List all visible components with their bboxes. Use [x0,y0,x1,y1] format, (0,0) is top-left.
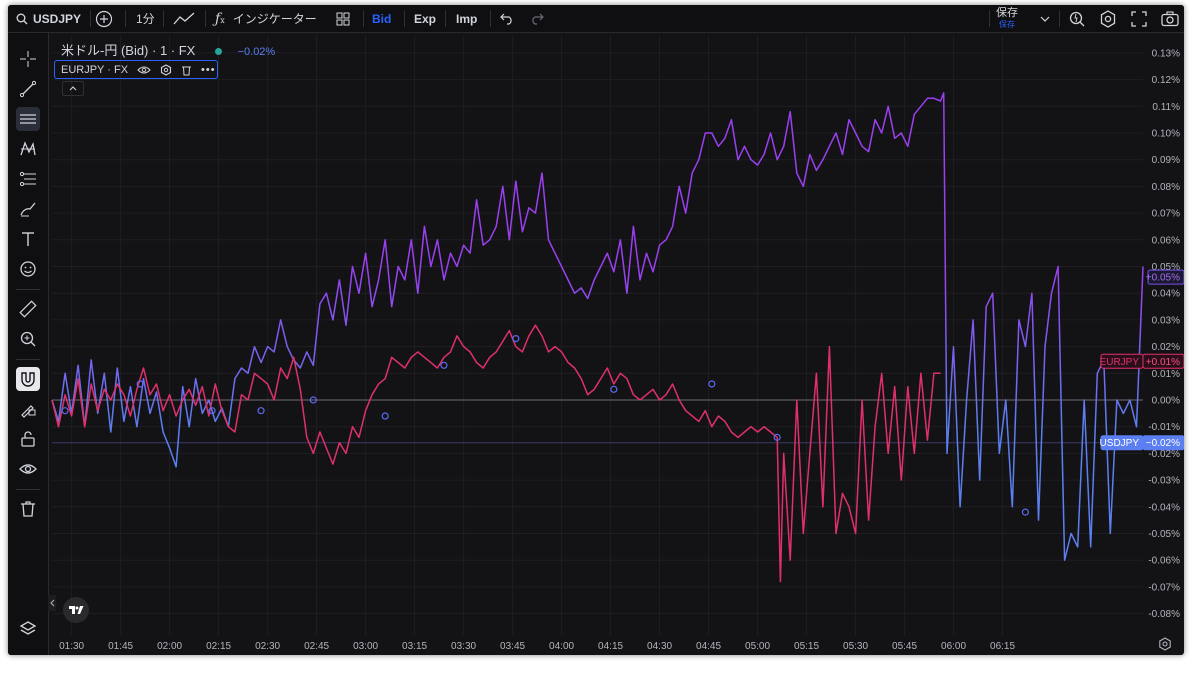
price-tick-label: -0.07% [1148,582,1180,593]
chart-grid [52,35,1143,635]
price-tick-label: -0.01% [1148,422,1180,433]
trash-icon[interactable] [181,64,192,76]
trading-app: USDJPY 1分 ƒx インジケーター Bid Exp Imp 保存 保存 0… [8,5,1184,655]
compare-series-legend[interactable]: EURJPY · FX ••• [54,60,218,79]
main-series-change: −0.02% [237,46,276,58]
session-marker [381,412,389,420]
axis-settings-button[interactable] [1158,637,1172,651]
session-marker [512,334,520,343]
time-axis[interactable]: 01:30 01:45 02:00 02:15 02:30 02:45 03:00 03:15… [59,641,1015,652]
time-tick-label: 02:00 [157,641,182,652]
session-marker [257,407,265,415]
time-tick-label: 04:45 [696,641,721,652]
price-tick-label: -0.05% [1148,529,1180,540]
session-marker [440,361,448,369]
usdjpy-upper-price-tag-label: +0.05% [1146,273,1180,284]
time-tick-label: 05:00 [745,641,770,652]
time-tick-label: 04:30 [647,641,672,652]
price-tick-label: 0.04% [1152,289,1180,300]
usdjpy-name-tag: USDJPY [1100,435,1144,451]
price-tick-label: -0.03% [1148,476,1180,487]
time-tick-label: 03:45 [500,641,525,652]
more-icon[interactable]: ••• [201,64,216,76]
eye-icon[interactable] [137,65,151,75]
time-tick-label: 06:00 [941,641,966,652]
eurjpy-name-tag: EURJPY [1100,353,1144,369]
price-tick-label: 0.03% [1152,315,1180,326]
eurjpy-price-tag: +0.01% [1142,353,1184,369]
price-tick-label: 0.13% [1152,48,1180,59]
eurjpy-price-tag-label: +0.01% [1146,357,1180,368]
time-tick-label: 05:30 [843,641,868,652]
session-marker [610,385,618,393]
gear-icon[interactable] [160,63,172,76]
tv-logo-icon [69,606,84,614]
usdjpy-price-tag-label: −0.02% [1146,438,1180,449]
price-tick-label: 0.02% [1152,342,1180,353]
time-tick-label: 01:45 [108,641,133,652]
collapse-legend-button[interactable] [62,81,84,96]
session-marker [708,380,716,388]
series-layer [51,92,1144,583]
usdjpy-line[interactable] [51,92,1144,561]
session-marker [1021,508,1030,516]
usdjpy-name-tag-label: USDJPY [1100,438,1140,449]
time-tick-label: 06:15 [990,641,1015,652]
time-tick-label: 02:45 [304,641,329,652]
price-tick-label: 0.01% [1152,369,1180,380]
session-marker [61,407,69,415]
time-tick-label: 02:30 [255,641,280,652]
time-tick-label: 03:00 [353,641,378,652]
price-tick-label: -0.04% [1148,502,1180,513]
time-tick-label: 03:15 [402,641,427,652]
price-tick-label: 0.12% [1152,75,1180,86]
price-tick-label: 0.11% [1152,102,1180,113]
price-tick-label: 0.07% [1152,209,1180,220]
price-tick-label: 0.08% [1152,182,1180,193]
price-tick-label: 0.00% [1152,396,1180,407]
time-tick-label: 03:30 [451,641,476,652]
chevron-up-icon [69,86,77,91]
tradingview-logo[interactable] [63,597,89,623]
main-series-title: 米ドル-円 (Bid) · 1 · FX [61,43,196,58]
time-tick-label: 04:00 [549,641,574,652]
sidebar-collapse-handle[interactable] [48,595,56,611]
price-tick-label: 0.06% [1152,235,1180,246]
main-series-legend[interactable]: 米ドル-円 (Bid) · 1 · FX −0.02% [61,40,275,59]
time-tick-label: 05:45 [892,641,917,652]
time-tick-label: 05:15 [794,641,819,652]
usdjpy-upper-price-tag: +0.05% [1146,269,1184,285]
price-tick-label: -0.06% [1148,556,1180,567]
price-axis[interactable]: 0.13% 0.12% 0.11% 0.10% 0.09% 0.08% 0.07% 0.06%… [1148,48,1180,620]
gear-icon [1159,637,1171,651]
price-chart[interactable]: 0.13% 0.12% 0.11% 0.10% 0.09% 0.08% 0.07% 0.06%… [8,5,1184,655]
price-tick-label: -0.08% [1148,609,1180,620]
price-tick-label: 0.10% [1152,129,1180,140]
price-tick-label: 0.09% [1152,155,1180,166]
time-tick-label: 01:30 [59,641,84,652]
usdjpy-price-tag: −0.02% [1142,435,1184,451]
market-status-icon [214,48,222,56]
time-tick-label: 04:15 [598,641,623,652]
time-tick-label: 02:15 [206,641,231,652]
chevron-left-icon [49,599,54,607]
eurjpy-name-tag-label: EURJPY [1100,357,1140,368]
price-tick-label: -0.02% [1148,449,1180,460]
compare-series-title: EURJPY · FX [61,63,129,76]
